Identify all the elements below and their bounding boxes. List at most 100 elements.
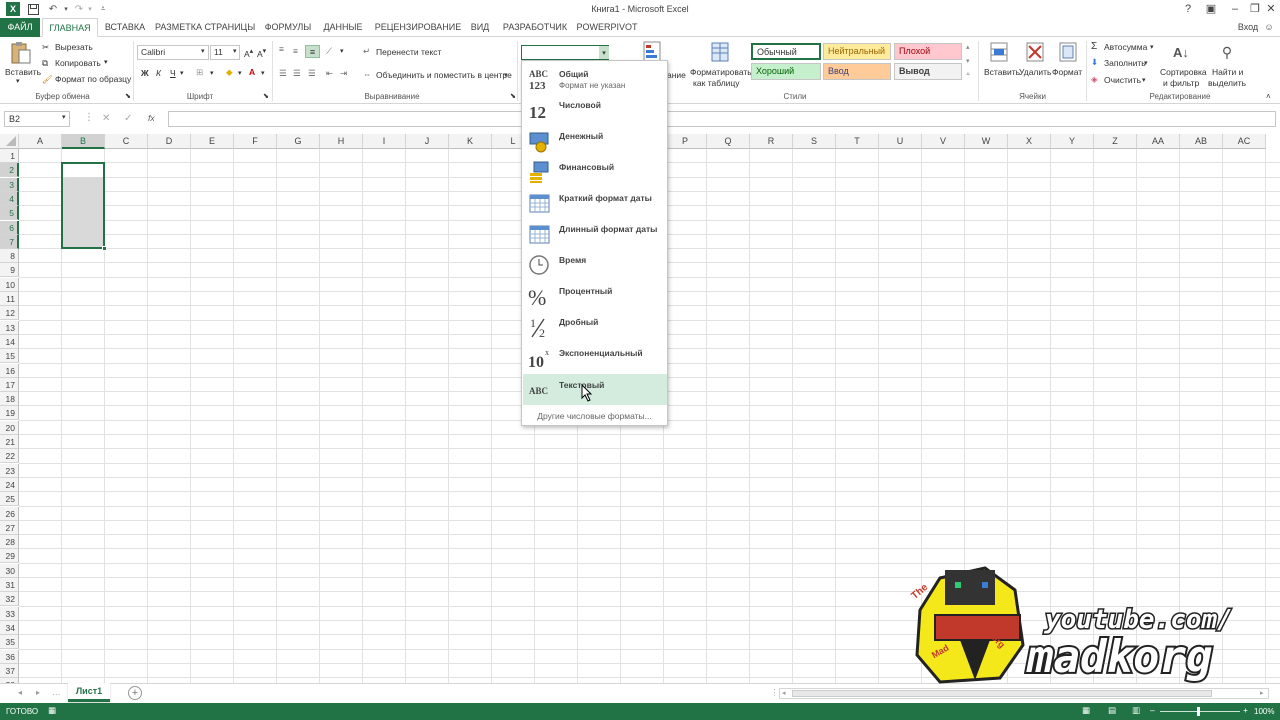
- tab-insert[interactable]: ВСТАВКА: [102, 18, 148, 37]
- column-header[interactable]: C: [105, 134, 148, 149]
- tab-page-layout[interactable]: РАЗМЕТКА СТРАНИЦЫ: [155, 18, 255, 37]
- tab-home[interactable]: ГЛАВНАЯ: [42, 18, 98, 37]
- column-header[interactable]: I: [363, 134, 406, 149]
- column-header[interactable]: K: [449, 134, 492, 149]
- row-header[interactable]: 23: [0, 463, 19, 478]
- column-header[interactable]: AA: [1137, 134, 1180, 149]
- column-header[interactable]: R: [750, 134, 793, 149]
- row-header[interactable]: 24: [0, 477, 19, 492]
- clear-dropdown-icon[interactable]: ▾: [1142, 76, 1146, 84]
- row-header[interactable]: 15: [0, 349, 19, 364]
- fill-color-dropdown-icon[interactable]: ▾: [238, 69, 242, 77]
- paste-button[interactable]: Вставить: [5, 67, 41, 77]
- row-header[interactable]: 4: [0, 191, 19, 206]
- row-header[interactable]: 25: [0, 492, 19, 507]
- menu-item-text[interactable]: ABC Текстовый: [523, 374, 667, 405]
- row-header[interactable]: 9: [0, 263, 19, 278]
- sheet-more-icon[interactable]: …: [52, 687, 61, 697]
- fill-color-icon[interactable]: ◆: [226, 67, 233, 78]
- column-header[interactable]: S: [793, 134, 836, 149]
- borders-dropdown-icon[interactable]: ▾: [210, 69, 214, 77]
- scroll-right-icon[interactable]: ▸: [1260, 689, 1264, 697]
- tab-review[interactable]: РЕЦЕНЗИРОВАНИЕ: [373, 18, 463, 37]
- formula-options-icon[interactable]: ⋮: [84, 112, 94, 123]
- row-header[interactable]: 36: [0, 649, 19, 664]
- row-header[interactable]: 8: [0, 249, 19, 264]
- row-header[interactable]: 20: [0, 420, 19, 435]
- find-select-button[interactable]: Найти и: [1212, 67, 1243, 77]
- ribbon-display-icon[interactable]: ▣: [1198, 0, 1224, 18]
- format-painter-button[interactable]: Формат по образцу: [55, 74, 131, 84]
- italic-button[interactable]: К: [156, 68, 161, 78]
- style-good[interactable]: Хороший: [751, 63, 821, 80]
- font-color-icon[interactable]: A: [249, 67, 255, 77]
- select-all-button[interactable]: [0, 134, 19, 149]
- column-header[interactable]: E: [191, 134, 234, 149]
- decrease-indent-icon[interactable]: ⇤: [326, 68, 333, 79]
- column-header[interactable]: G: [277, 134, 320, 149]
- row-header[interactable]: 1: [0, 149, 19, 163]
- tab-data[interactable]: ДАННЫЕ: [320, 18, 366, 37]
- name-box[interactable]: B2: [4, 111, 70, 127]
- row-header[interactable]: 18: [0, 392, 19, 407]
- format-as-table-icon[interactable]: [710, 40, 730, 64]
- tab-developer[interactable]: РАЗРАБОТЧИК: [500, 18, 570, 37]
- user-icon[interactable]: ☺: [1262, 18, 1276, 37]
- cut-button[interactable]: Вырезать: [55, 42, 93, 52]
- row-header[interactable]: 13: [0, 320, 19, 335]
- row-header[interactable]: 16: [0, 363, 19, 378]
- macro-record-icon[interactable]: ▦: [48, 705, 56, 716]
- number-format-select[interactable]: [521, 45, 609, 60]
- number-format-dropdown-icon[interactable]: ▾: [599, 46, 609, 59]
- zoom-level[interactable]: 100%: [1254, 707, 1274, 716]
- tab-powerpivot[interactable]: POWERPIVOT: [576, 18, 638, 37]
- font-launcher-icon[interactable]: ⬊: [263, 92, 269, 100]
- column-header[interactable]: AB: [1180, 134, 1223, 149]
- orientation-icon[interactable]: ⟋: [326, 46, 332, 57]
- confirm-entry-icon[interactable]: ✓: [124, 113, 132, 124]
- style-neutral[interactable]: Нейтральный: [823, 43, 891, 60]
- style-bad[interactable]: Плохой: [894, 43, 962, 60]
- row-header[interactable]: 28: [0, 535, 19, 550]
- style-output[interactable]: Вывод: [894, 63, 962, 80]
- row-header[interactable]: 12: [0, 306, 19, 321]
- underline-button[interactable]: Ч: [170, 68, 176, 78]
- row-header[interactable]: 11: [0, 292, 19, 306]
- row-header[interactable]: 2: [0, 163, 19, 178]
- insert-cells-icon[interactable]: [988, 40, 1010, 64]
- merge-center-button[interactable]: Объединить и поместить в центре: [376, 70, 512, 80]
- align-right-icon[interactable]: ☰: [308, 68, 316, 79]
- row-header[interactable]: 29: [0, 549, 19, 564]
- column-header[interactable]: H: [320, 134, 363, 149]
- font-name-dropdown-icon[interactable]: ▾: [201, 47, 205, 55]
- column-header[interactable]: P: [664, 134, 707, 149]
- insert-cells-button[interactable]: Вставить: [984, 67, 1020, 77]
- insert-function-button[interactable]: fx: [148, 113, 155, 123]
- align-middle-icon[interactable]: ≡: [293, 46, 298, 56]
- fill-button[interactable]: Заполнить: [1104, 58, 1146, 68]
- column-header[interactable]: F: [234, 134, 277, 149]
- paste-icon[interactable]: [8, 41, 34, 65]
- copy-button[interactable]: Копировать: [55, 58, 101, 68]
- column-header[interactable]: V: [922, 134, 965, 149]
- formula-input[interactable]: [168, 111, 1276, 127]
- merge-dropdown-icon[interactable]: ▾: [504, 71, 508, 79]
- column-header[interactable]: J: [406, 134, 449, 149]
- page-break-view-icon[interactable]: ▥: [1132, 705, 1140, 716]
- align-top-icon[interactable]: ≡: [279, 44, 284, 54]
- column-header[interactable]: W: [965, 134, 1008, 149]
- styles-scroll-up-icon[interactable]: ▴: [966, 43, 970, 51]
- row-header[interactable]: 32: [0, 592, 19, 607]
- horizontal-scroll-thumb[interactable]: [792, 690, 1212, 697]
- sheet-next-icon[interactable]: ▸: [36, 688, 40, 697]
- close-button[interactable]: ✕: [1262, 0, 1280, 18]
- increase-indent-icon[interactable]: ⇥: [340, 68, 347, 79]
- menu-item-scientific[interactable]: 10 x Экспоненциальный: [523, 342, 667, 373]
- styles-more-icon[interactable]: ⩡: [966, 71, 970, 79]
- menu-item-fraction[interactable]: 12 Дробный: [523, 311, 667, 342]
- sort-filter-icon[interactable]: A↓: [1170, 40, 1192, 64]
- row-header[interactable]: 17: [0, 377, 19, 392]
- styles-scroll-down-icon[interactable]: ▾: [966, 57, 970, 65]
- font-name-select[interactable]: Calibri: [137, 45, 209, 60]
- autosum-button[interactable]: Автосумма: [1104, 42, 1147, 52]
